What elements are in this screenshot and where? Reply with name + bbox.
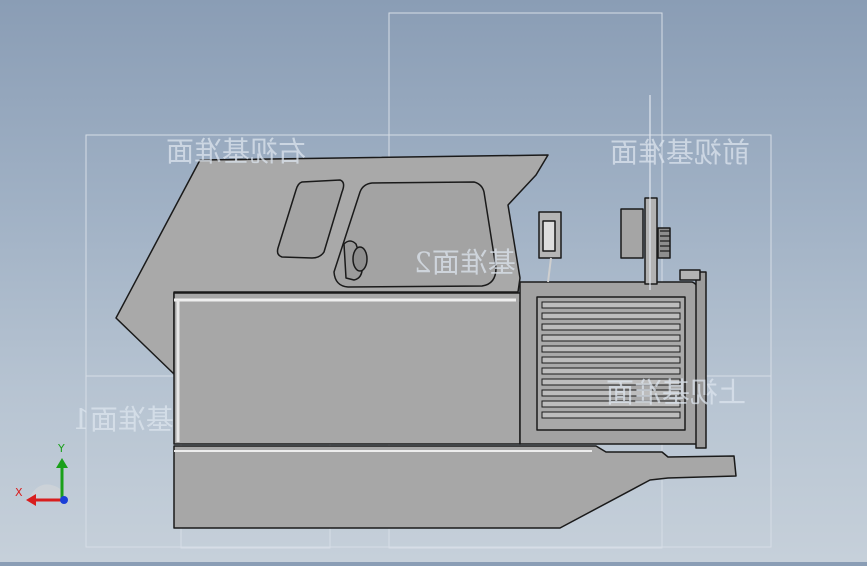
lower-chassis[interactable] — [173, 445, 737, 529]
model-canvas[interactable] — [0, 0, 867, 562]
grille-slats — [541, 301, 681, 419]
exhaust-pipe[interactable] — [644, 197, 658, 285]
graphics-viewport[interactable]: 右视基准面 前视基准面 基准面2 上视基准面 基准面1 Y X — [0, 0, 867, 562]
x-axis-label: X — [15, 486, 23, 499]
axis-triad — [26, 458, 68, 506]
exhaust-heatshield[interactable] — [657, 227, 671, 259]
cab-model[interactable] — [115, 95, 737, 529]
side-post[interactable] — [695, 271, 707, 449]
y-axis-label: Y — [58, 442, 65, 455]
exhaust-bracket[interactable] — [620, 208, 644, 259]
